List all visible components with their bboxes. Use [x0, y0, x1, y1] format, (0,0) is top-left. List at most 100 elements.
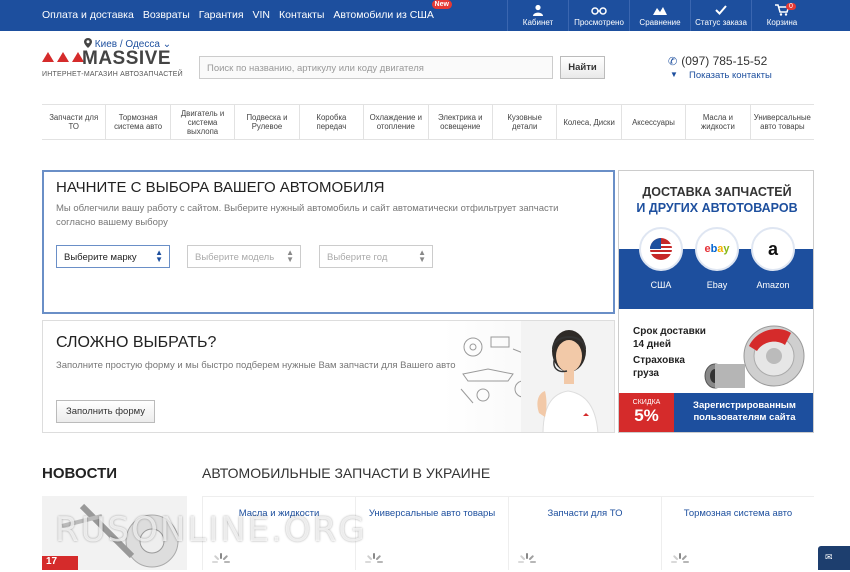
- catalog-tile[interactable]: Тормозная система авто: [661, 497, 814, 570]
- nav-contacts[interactable]: Контакты: [279, 9, 324, 21]
- order-status-label: Статус заказа: [695, 18, 747, 27]
- phone-icon: ✆: [668, 56, 678, 68]
- model-select-value: Выберите модель: [195, 252, 275, 263]
- chat-icon: ✉: [825, 552, 833, 562]
- registered-users-note: Зарегистрированным пользователям сайта: [674, 393, 813, 432]
- ebay-logo-icon: ebay: [695, 227, 739, 271]
- loading-spinner-icon: [365, 553, 383, 563]
- category-item[interactable]: Подвеска и Рулевое: [234, 105, 298, 139]
- category-item[interactable]: Кузовные детали: [491, 105, 556, 139]
- loading-spinner-icon: [212, 553, 230, 563]
- viewed-label: Просмотрено: [574, 18, 624, 27]
- logo-name: MASSIVE: [82, 48, 172, 69]
- category-nav: Запчасти для ТО Тормозная система авто Д…: [42, 104, 814, 140]
- shop-usa-label: США: [650, 280, 672, 290]
- insurance-l2: груза: [633, 368, 659, 379]
- catalog-tile[interactable]: Запчасти для ТО: [508, 497, 661, 570]
- support-operator-image: [521, 321, 614, 432]
- fill-form-button[interactable]: Заполнить форму: [56, 400, 155, 423]
- category-item[interactable]: Охлаждение и отопление: [363, 105, 427, 139]
- category-item[interactable]: Электрика и освещение: [427, 105, 492, 139]
- category-item[interactable]: Колеса, Диски: [556, 105, 620, 139]
- category-item[interactable]: Тормозная система авто: [105, 105, 169, 139]
- year-select-value: Выберите год: [327, 252, 388, 263]
- chat-button[interactable]: ✉: [818, 546, 850, 570]
- nav-payment-delivery[interactable]: Оплата и доставка: [42, 9, 134, 21]
- shop-usa: США: [637, 227, 685, 290]
- logo-triangles-icon: [42, 52, 84, 62]
- nav-cars-from-usa-label: Автомобили из США: [333, 9, 434, 21]
- shop-amazon: a Amazon: [749, 227, 797, 290]
- search-button[interactable]: Найти: [560, 56, 605, 79]
- exhaust-pipe-image: [704, 363, 745, 389]
- nav-warranty[interactable]: Гарантия: [199, 9, 244, 21]
- brand-select[interactable]: Выберите марку ▲ ▼: [56, 245, 170, 268]
- cabinet-button[interactable]: Кабинет: [507, 0, 568, 31]
- discount-value: 5%: [634, 406, 659, 425]
- user-icon: [533, 4, 543, 16]
- discount-badge: СКИДКА 5%: [619, 393, 674, 432]
- show-contacts-link[interactable]: Показать контакты: [689, 70, 772, 81]
- brand-select-value: Выберите марку: [64, 252, 137, 263]
- model-select[interactable]: Выберите модель ▲ ▼: [187, 245, 301, 268]
- compare-button[interactable]: Сравнение: [629, 0, 690, 31]
- picker-title: НАЧНИТЕ С ВЫБОРА ВАШЕГО АВТОМОБИЛЯ: [56, 179, 385, 196]
- news-heading: НОВОСТИ: [42, 465, 118, 482]
- delivery-term-l1: Срок доставки: [633, 326, 706, 337]
- updown-icon: ▲ ▼: [418, 248, 426, 264]
- news-date-badge: 17: [42, 556, 78, 570]
- nav-returns[interactable]: Возвраты: [143, 9, 190, 21]
- picker-description: Мы облегчили вашу работу с сайтом. Выбер…: [56, 203, 559, 228]
- order-status-button[interactable]: Статус заказа: [690, 0, 751, 31]
- delivery-term: Срок доставки 14 дней: [633, 325, 706, 351]
- cart-label: Корзина: [766, 18, 798, 27]
- catalog-tile-title: Запчасти для ТО: [547, 508, 623, 519]
- year-select[interactable]: Выберите год ▲ ▼: [319, 245, 433, 268]
- promo-banner[interactable]: ДОСТАВКА ЗАПЧАСТЕЙ И ДРУГИХ АВТОТОВАРОВ …: [618, 170, 814, 433]
- category-item[interactable]: Аксессуары: [620, 105, 685, 139]
- category-item[interactable]: Коробка передач: [298, 105, 363, 139]
- top-bar: Оплата и доставка Возвраты Гарантия VIN …: [0, 0, 850, 31]
- discount-word: СКИДКА: [632, 399, 661, 406]
- insurance-l1: Страховка: [633, 355, 685, 366]
- watermark: RUSONLINE.ORG: [55, 510, 367, 550]
- nav-vin[interactable]: VIN: [253, 9, 271, 21]
- category-item[interactable]: Универсальные авто товары: [749, 105, 814, 139]
- brake-disc-image: [743, 325, 805, 387]
- shop-amazon-label: Amazon: [756, 280, 790, 290]
- logo-tagline: ИНТЕРНЕТ-МАГАЗИН АВТОЗАПЧАСТЕЙ: [42, 71, 183, 78]
- location-pin-icon: [84, 38, 92, 48]
- catalog-heading: АВТОМОБИЛЬНЫЕ ЗАПЧАСТИ В УКРАИНЕ: [202, 465, 491, 481]
- top-nav: Оплата и доставка Возвраты Гарантия VIN …: [42, 0, 452, 21]
- chevron-down-icon: ▼: [670, 70, 678, 79]
- loading-spinner-icon: [518, 553, 536, 563]
- cart-count-badge: 0: [786, 3, 796, 10]
- phone-number[interactable]: ✆ (097) 785-15-52: [668, 54, 767, 68]
- help-banner: СЛОЖНО ВЫБРАТЬ? Заполните простую форму …: [42, 320, 615, 433]
- new-badge: New: [431, 0, 452, 9]
- vehicle-picker: НАЧНИТЕ С ВЫБОРА ВАШЕГО АВТОМОБИЛЯ Мы об…: [42, 170, 615, 314]
- phone-text: (097) 785-15-52: [681, 54, 768, 68]
- category-item[interactable]: Масла и жидкости: [685, 105, 749, 139]
- usa-flag-icon: [639, 227, 683, 271]
- check-icon: [715, 5, 727, 15]
- updown-icon: ▲ ▼: [286, 248, 294, 264]
- category-item[interactable]: Запчасти для ТО: [42, 105, 105, 139]
- promo-title-line2: И ДРУГИХ АВТОТОВАРОВ: [636, 201, 798, 215]
- cart-button[interactable]: 0 Корзина: [751, 0, 812, 31]
- search-input[interactable]: Поиск по названию, артикулу или коду дви…: [199, 56, 553, 79]
- compare-label: Сравнение: [639, 18, 681, 27]
- catalog-tile[interactable]: Универсальные авто товары: [355, 497, 508, 570]
- top-icons: Кабинет Просмотрено Сравнение Статус зак…: [507, 0, 812, 31]
- delivery-term-l2: 14 дней: [633, 339, 671, 350]
- cargo-insurance: Страховка груза: [633, 354, 685, 380]
- category-item[interactable]: Двигатель и система выхлопа: [169, 105, 234, 139]
- nav-cars-from-usa[interactable]: Автомобили из США New: [333, 0, 452, 21]
- glasses-icon: [591, 7, 607, 15]
- help-description: Заполните простую форму и мы быстро подб…: [56, 360, 456, 371]
- shop-ebay-label: Ebay: [706, 280, 728, 290]
- viewed-button[interactable]: Просмотрено: [568, 0, 629, 31]
- help-title: СЛОЖНО ВЫБРАТЬ?: [56, 334, 217, 351]
- catalog-tile-title: Тормозная система авто: [683, 508, 793, 519]
- promo-title-line1: ДОСТАВКА ЗАПЧАСТЕЙ: [642, 185, 792, 199]
